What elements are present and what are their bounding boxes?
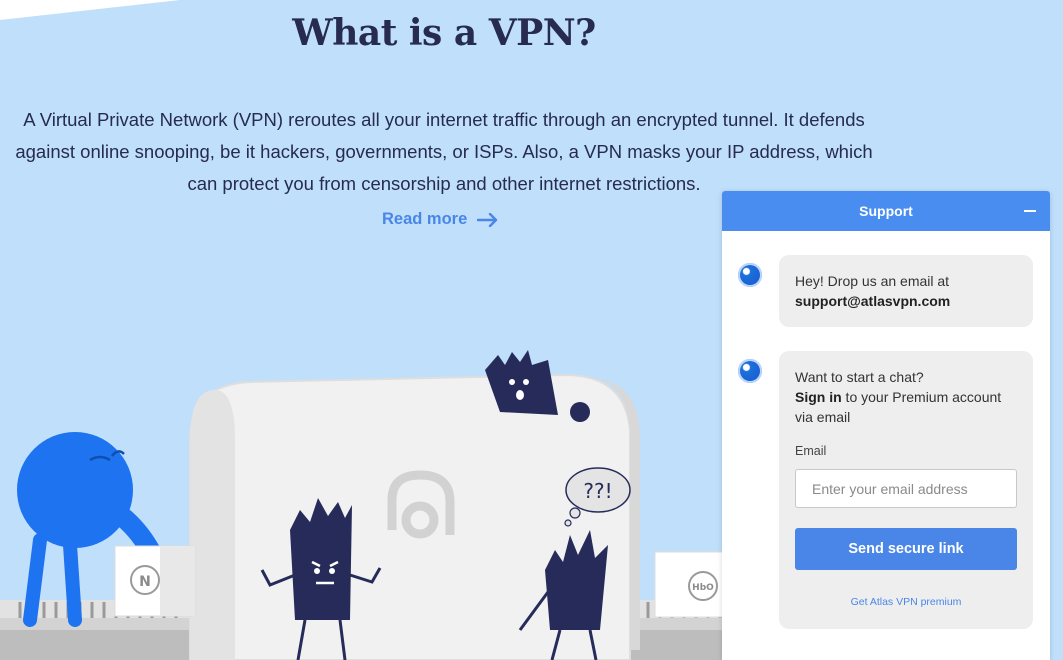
get-premium-link[interactable]: Get Atlas VPN premium: [795, 592, 1017, 612]
email-intro-text: Hey! Drop us an email at: [795, 273, 950, 289]
hero-description: A Virtual Private Network (VPN) reroutes…: [15, 109, 873, 194]
send-secure-link-button[interactable]: Send secure link: [795, 528, 1017, 570]
chat-bubble-email: Hey! Drop us an email at support@atlasvp…: [779, 255, 1033, 327]
signin-link[interactable]: Sign in: [795, 389, 842, 405]
thought-bubble-text: ??!: [583, 479, 612, 503]
box-left: N: [114, 545, 196, 617]
support-email: support@atlasvpn.com: [795, 293, 951, 309]
read-more-label: Read more: [382, 210, 468, 228]
page-title: What is a VPN?: [292, 12, 596, 54]
bot-avatar: [738, 263, 762, 287]
arrow-right-icon: [477, 212, 498, 227]
bot-avatar: [738, 359, 762, 383]
support-widget: Support Hey! Drop us an email at support…: [722, 191, 1050, 660]
box-right-logo: HbO: [692, 583, 714, 593]
minimize-icon[interactable]: [1022, 203, 1038, 219]
support-header: Support: [722, 191, 1050, 231]
support-title: Support: [859, 203, 913, 219]
read-more-link[interactable]: Read more: [382, 210, 499, 229]
email-input[interactable]: [795, 469, 1017, 508]
chat-prompt-text: Want to start a chat?: [795, 369, 924, 385]
vpn-illustration: ??! N HbO: [0, 350, 760, 660]
chat-bubble-signin: Want to start a chat? Sign in to your Pr…: [779, 351, 1033, 629]
signin-description: Sign in to your Premium account via emai…: [795, 387, 1017, 427]
email-label: Email: [795, 444, 827, 458]
box-left-logo: N: [139, 574, 151, 590]
